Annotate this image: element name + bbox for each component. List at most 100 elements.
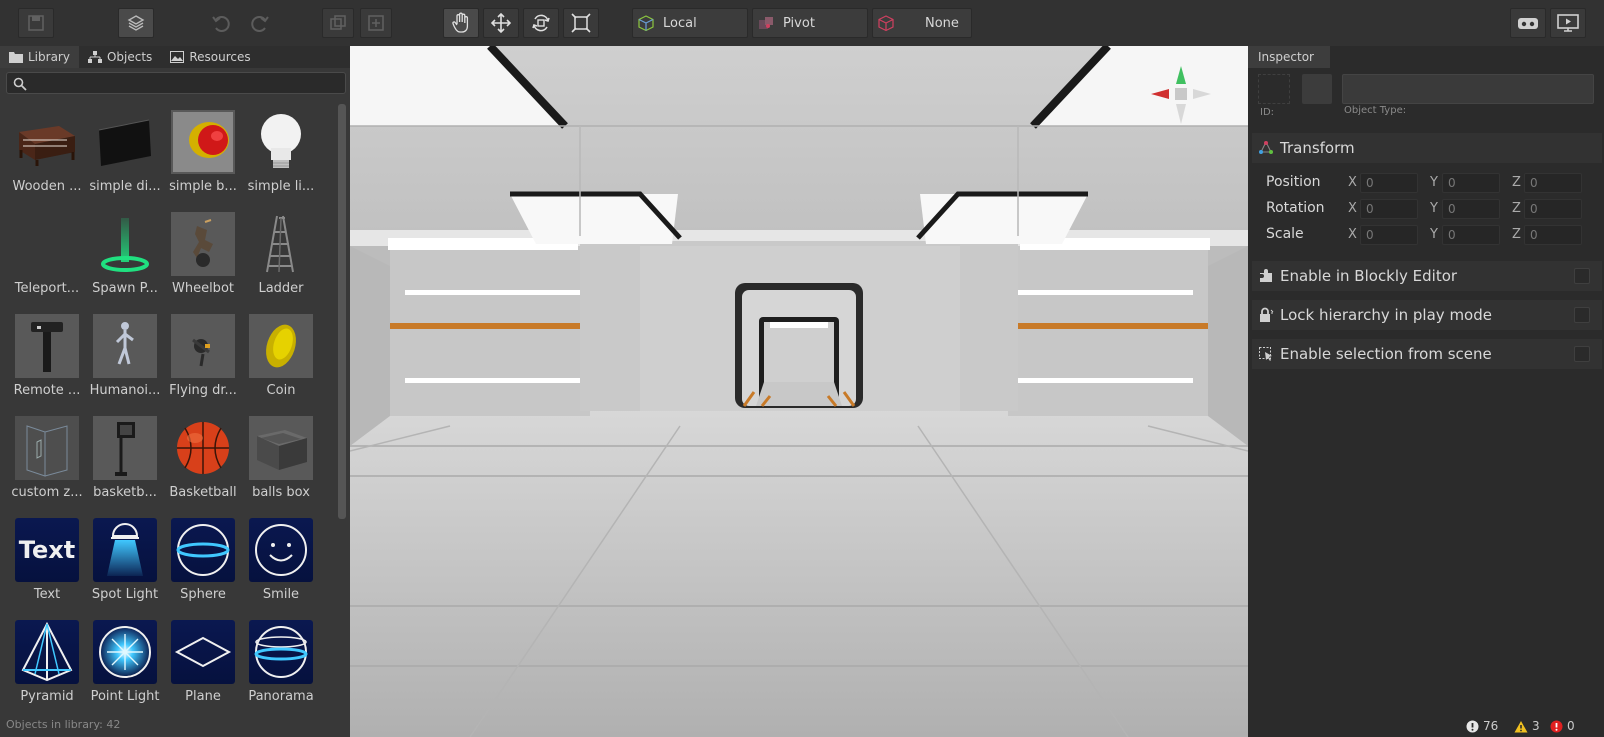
library-item-label: Teleport... — [14, 281, 80, 296]
library-item-label: custom z... — [11, 485, 83, 500]
redo-icon — [251, 16, 269, 32]
rotation-y-field[interactable]: 0 — [1442, 199, 1500, 219]
library-item-text[interactable]: Text Text — [8, 518, 86, 618]
library-item-remote[interactable]: Remote ... — [8, 314, 86, 414]
pyramid-primitive-thumbnail — [15, 620, 79, 684]
pivot-dropdown[interactable]: Pivot — [752, 8, 868, 38]
toolbar: Local Pivot None — [0, 0, 1604, 46]
object-color-swatch[interactable] — [1302, 74, 1332, 104]
transform-row-rotation: Rotation X 0 Y 0 Z 0 — [1266, 198, 1600, 220]
warning-count-badge[interactable]: 3 — [1514, 719, 1540, 733]
lock-icon — [1260, 307, 1274, 322]
lock-hierarchy-checkbox[interactable] — [1574, 307, 1590, 323]
library-item-label: Ladder — [258, 281, 304, 296]
teleport-model-thumbnail — [15, 212, 79, 276]
sphere-icon — [176, 524, 230, 576]
add-button[interactable] — [360, 8, 392, 38]
library-item-balls-box[interactable]: balls box — [242, 416, 320, 516]
image-icon — [170, 51, 185, 63]
option-blockly-editor[interactable]: Enable in Blockly Editor — [1252, 261, 1602, 291]
error-count-badge[interactable]: 0 — [1550, 719, 1575, 733]
library-item-simple-display[interactable]: simple di... — [86, 110, 164, 210]
snap-label: None — [925, 15, 959, 31]
library-item-basketball[interactable]: Basketball — [164, 416, 242, 516]
object-name-field[interactable] — [1342, 74, 1594, 104]
library-item-spot-light[interactable]: Spot Light — [86, 518, 164, 618]
rotation-x-field[interactable]: 0 — [1360, 199, 1418, 219]
play-preview-button[interactable] — [1550, 8, 1586, 38]
library-item-label: Humanoi... — [89, 383, 161, 398]
scene-viewport[interactable] — [350, 46, 1248, 737]
plane-primitive-thumbnail — [171, 620, 235, 684]
tab-library[interactable]: Library — [0, 46, 79, 68]
layers-button[interactable] — [118, 8, 154, 38]
spot-light-primitive-thumbnail — [93, 518, 157, 582]
error-icon — [1550, 720, 1563, 732]
scene-render — [350, 46, 1248, 737]
spawn-point-model-thumbnail — [93, 212, 157, 276]
info-count-badge[interactable]: 76 — [1466, 719, 1498, 733]
axis-z-label: Z — [1512, 227, 1521, 242]
position-y-field[interactable]: 0 — [1442, 173, 1500, 193]
panorama-icon — [254, 626, 308, 678]
library-item-panorama[interactable]: Panorama — [242, 620, 320, 710]
library-item-wooden[interactable]: Wooden ... — [8, 110, 86, 210]
snap-dropdown[interactable]: None — [872, 8, 972, 38]
option-selection-from-scene[interactable]: Enable selection from scene — [1252, 339, 1602, 369]
save-button[interactable] — [18, 8, 54, 38]
library-item-flying-drone[interactable]: Flying dr... — [164, 314, 242, 414]
duplicate-button[interactable] — [322, 8, 354, 38]
coordinate-space-dropdown[interactable]: Local — [632, 8, 748, 38]
hand-icon — [452, 12, 469, 33]
search-input[interactable] — [33, 75, 333, 91]
redo-button[interactable] — [243, 8, 277, 38]
ladder-model-thumbnail — [249, 212, 313, 276]
library-item-humanoid[interactable]: Humanoi... — [86, 314, 164, 414]
library-item-plane[interactable]: Plane — [164, 620, 242, 710]
library-item-simple-button[interactable]: simple b... — [164, 110, 242, 210]
duplicate-icon — [330, 15, 346, 30]
position-z-field[interactable]: 0 — [1524, 173, 1582, 193]
library-item-basketball-hoop[interactable]: basketb... — [86, 416, 164, 516]
library-item-coin[interactable]: Coin — [242, 314, 320, 414]
library-item-ladder[interactable]: Ladder — [242, 212, 320, 312]
scale-x-field[interactable]: 0 — [1360, 225, 1418, 245]
library-item-label: Sphere — [180, 587, 226, 602]
library-item-point-light[interactable]: Point Light — [86, 620, 164, 710]
tab-inspector[interactable]: Inspector — [1248, 46, 1330, 68]
library-item-custom-zone[interactable]: custom z... — [8, 416, 86, 516]
selection-from-scene-checkbox[interactable] — [1574, 346, 1590, 362]
transform-section-header[interactable]: Transform — [1252, 133, 1602, 163]
move-tool-button[interactable] — [483, 8, 519, 38]
rotation-z-field[interactable]: 0 — [1524, 199, 1582, 219]
library-scrollbar[interactable] — [338, 104, 346, 519]
library-item-teleport[interactable]: Teleport... — [8, 212, 86, 312]
library-item-simple-light[interactable]: simple li... — [242, 110, 320, 210]
scale-z-field[interactable]: 0 — [1524, 225, 1582, 245]
vr-button[interactable] — [1510, 8, 1546, 38]
tab-objects[interactable]: Objects — [79, 46, 161, 68]
position-x-field[interactable]: 0 — [1360, 173, 1418, 193]
library-panel: Library Objects Resources Wooden ... sim… — [0, 46, 350, 737]
tab-resources-label: Resources — [189, 50, 251, 64]
warning-icon — [1514, 720, 1528, 732]
library-item-label: Remote ... — [13, 383, 81, 398]
library-item-pyramid[interactable]: Pyramid — [8, 620, 86, 710]
library-item-smile[interactable]: Smile — [242, 518, 320, 618]
blockly-editor-checkbox[interactable] — [1574, 268, 1590, 284]
scale-y-field[interactable]: 0 — [1442, 225, 1500, 245]
hand-tool-button[interactable] — [443, 8, 479, 38]
library-item-wheelbot[interactable]: Wheelbot — [164, 212, 242, 312]
tab-resources[interactable]: Resources — [161, 46, 259, 68]
axis-y-label: Y — [1430, 175, 1438, 190]
library-item-label: basketb... — [93, 485, 157, 500]
coordinate-space-label: Local — [663, 15, 697, 31]
scale-tool-button[interactable] — [563, 8, 599, 38]
undo-button[interactable] — [204, 8, 238, 38]
option-lock-hierarchy[interactable]: Lock hierarchy in play mode — [1252, 300, 1602, 330]
library-item-sphere[interactable]: Sphere — [164, 518, 242, 618]
library-item-spawn-point[interactable]: Spawn P... — [86, 212, 164, 312]
rotate-tool-button[interactable] — [523, 8, 559, 38]
select-icon — [1259, 347, 1272, 361]
smile-primitive-thumbnail — [249, 518, 313, 582]
